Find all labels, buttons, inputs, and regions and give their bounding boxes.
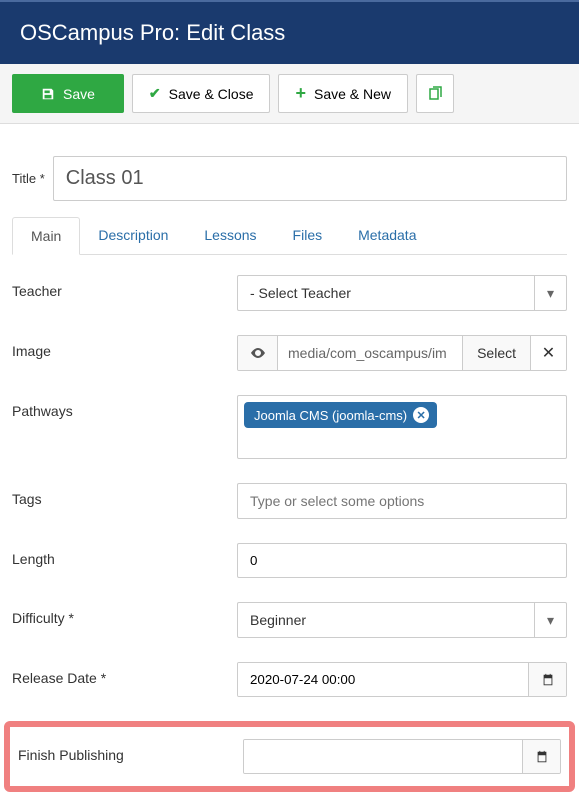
tab-lessons[interactable]: Lessons xyxy=(186,217,274,254)
save-button[interactable]: Save xyxy=(12,74,124,113)
chip-remove-button[interactable]: ✕ xyxy=(413,407,429,423)
finish-publishing-calendar-button[interactable] xyxy=(522,740,560,773)
length-input[interactable] xyxy=(237,543,567,578)
tab-metadata[interactable]: Metadata xyxy=(340,217,434,254)
pathway-chip-label: Joomla CMS (joomla-cms) xyxy=(254,408,407,423)
title-input[interactable] xyxy=(53,156,567,201)
release-date-control xyxy=(237,662,567,697)
image-control: media/com_oscampus/im Select ✕ xyxy=(237,335,567,371)
close-icon: ✕ xyxy=(417,409,426,422)
preview-button[interactable] xyxy=(238,336,278,370)
tabs: Main Description Lessons Files Metadata xyxy=(12,217,567,255)
chevron-down-icon: ▾ xyxy=(534,603,566,637)
page-header: OSCampus Pro: Edit Class xyxy=(0,0,579,64)
finish-publishing-input[interactable] xyxy=(244,740,522,773)
image-label: Image xyxy=(12,335,237,359)
image-select-button[interactable]: Select xyxy=(462,336,530,370)
release-date-calendar-button[interactable] xyxy=(528,663,566,696)
save-close-label: Save & Close xyxy=(169,86,254,102)
page-title: OSCampus Pro: Edit Class xyxy=(20,20,285,45)
finish-publishing-control xyxy=(243,739,561,774)
teacher-row: Teacher - Select Teacher ▾ xyxy=(12,275,567,311)
tab-description[interactable]: Description xyxy=(80,217,186,254)
tab-main[interactable]: Main xyxy=(12,217,80,255)
title-row: Title * xyxy=(12,156,567,201)
tab-files[interactable]: Files xyxy=(275,217,341,254)
difficulty-row: Difficulty * Beginner ▾ xyxy=(12,602,567,638)
plus-icon: + xyxy=(295,83,306,104)
release-date-label: Release Date * xyxy=(12,662,237,686)
difficulty-label: Difficulty * xyxy=(12,602,237,626)
tags-input[interactable] xyxy=(237,483,567,519)
copy-icon xyxy=(427,86,443,102)
tags-label: Tags xyxy=(12,483,237,507)
finish-publishing-row: Finish Publishing xyxy=(18,739,561,774)
pathways-row: Pathways Joomla CMS (joomla-cms) ✕ xyxy=(12,395,567,459)
teacher-label: Teacher xyxy=(12,275,237,299)
release-date-input[interactable] xyxy=(238,663,528,696)
content-area: Title * Main Description Lessons Files M… xyxy=(0,124,579,804)
save-icon xyxy=(41,87,55,101)
chevron-down-icon: ▾ xyxy=(534,276,566,310)
save-close-button[interactable]: ✔ Save & Close xyxy=(132,74,271,113)
finish-publishing-highlight: Finish Publishing xyxy=(4,721,575,792)
close-icon: ✕ xyxy=(542,343,555,363)
difficulty-select[interactable]: Beginner ▾ xyxy=(237,602,567,638)
calendar-icon xyxy=(535,750,549,764)
save-label: Save xyxy=(63,86,95,102)
pathways-box[interactable]: Joomla CMS (joomla-cms) ✕ xyxy=(237,395,567,459)
save-new-button[interactable]: + Save & New xyxy=(278,74,408,113)
teacher-select[interactable]: - Select Teacher ▾ xyxy=(237,275,567,311)
title-label: Title * xyxy=(12,171,45,186)
pathway-chip: Joomla CMS (joomla-cms) ✕ xyxy=(244,402,437,428)
tags-row: Tags xyxy=(12,483,567,519)
image-row: Image media/com_oscampus/im Select ✕ xyxy=(12,335,567,371)
pathways-label: Pathways xyxy=(12,395,237,419)
difficulty-value: Beginner xyxy=(238,603,534,637)
save-copy-button[interactable] xyxy=(416,74,454,113)
toolbar: Save ✔ Save & Close + Save & New xyxy=(0,64,579,124)
check-icon: ✔ xyxy=(149,85,161,102)
image-path: media/com_oscampus/im xyxy=(278,336,462,370)
length-label: Length xyxy=(12,543,237,567)
save-new-label: Save & New xyxy=(314,86,391,102)
length-row: Length xyxy=(12,543,567,578)
release-date-row: Release Date * xyxy=(12,662,567,697)
eye-icon xyxy=(250,345,266,361)
finish-publishing-label: Finish Publishing xyxy=(18,739,243,763)
calendar-icon xyxy=(541,673,555,687)
teacher-value: - Select Teacher xyxy=(238,276,534,310)
image-clear-button[interactable]: ✕ xyxy=(530,336,566,370)
